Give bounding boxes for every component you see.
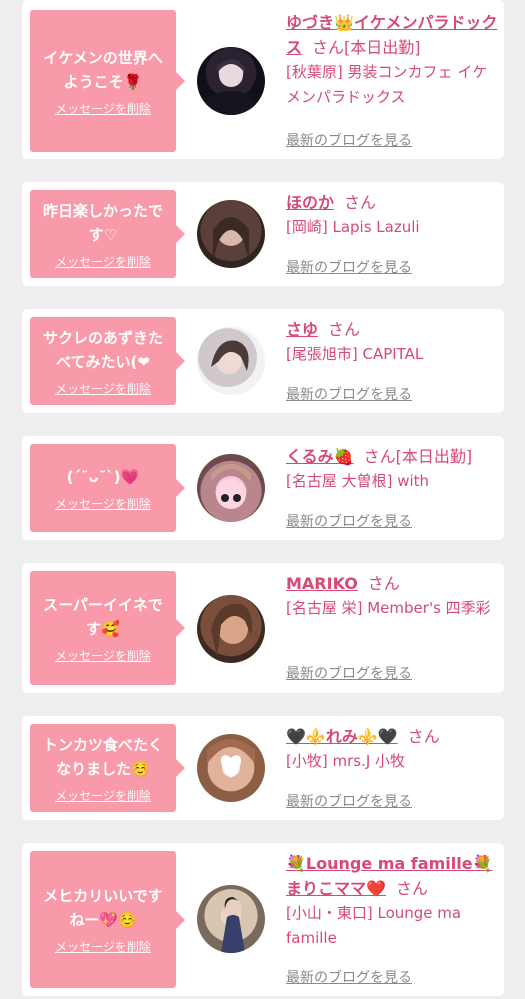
message-bubble: スーパーイイネで す🥰 メッセージを削除 [30, 571, 185, 685]
status-badge: [本日出勤] [344, 38, 421, 57]
person-avatar-icon [213, 217, 249, 260]
honorific: さん [407, 727, 440, 746]
message-card: トンカツ食べたく なりました☺️ メッセージを削除 🖤⚜️れみ⚜️🖤 さん [小牧]… [22, 716, 504, 820]
name-link[interactable]: ほのか [286, 193, 334, 212]
avatar[interactable] [197, 327, 265, 395]
message-card: スーパーイイネで す🥰 メッセージを削除 MARIKO さん [名古屋 栄] Mem… [22, 563, 504, 693]
person-avatar-icon [207, 739, 255, 778]
delete-message-link[interactable]: メッセージを削除 [55, 938, 151, 955]
message-card: 昨日楽しかったで す♡ メッセージを削除 ほのか さん [岡崎] Lapis Laz… [22, 182, 504, 286]
person-avatar-icon [211, 340, 249, 374]
profile-info: くるみ🍓 さん[本日出勤] [名古屋 大曽根] with [286, 444, 498, 494]
status-badge: [本日出勤] [395, 447, 473, 466]
delete-message-link[interactable]: メッセージを削除 [55, 253, 151, 270]
avatar[interactable] [197, 200, 265, 268]
blog-link[interactable]: 最新のブログを見る [286, 384, 412, 404]
name-link[interactable]: 🖤⚜️れみ⚜️🖤 [286, 727, 398, 746]
message-bubble: メヒカリいいです ねー💖☺️ メッセージを削除 [30, 851, 185, 988]
blog-link[interactable]: 最新のブログを見る [286, 257, 412, 277]
message-bubble: (ˊ˘ᴗ˘ˋ)💗 メッセージを削除 [30, 444, 185, 532]
shop-info: [名古屋 大曽根] with [286, 472, 430, 490]
message-card: (ˊ˘ᴗ˘ˋ)💗 メッセージを削除 くるみ🍓 さん[本日出勤] [名古屋 大曽根]… [22, 436, 504, 540]
honorific: さん [312, 38, 345, 57]
delete-message-link[interactable]: メッセージを削除 [55, 100, 151, 117]
message-bubble: トンカツ食べたく なりました☺️ メッセージを削除 [30, 724, 185, 812]
profile-info: ほのか さん [岡崎] Lapis Lazuli [286, 190, 498, 240]
honorific: さん [367, 574, 400, 593]
profile-info: MARIKO さん [名古屋 栄] Member's 四季彩 [286, 571, 498, 621]
name-link[interactable]: 💐Lounge ma famille💐まりこママ❤️ [286, 854, 492, 898]
name-link[interactable]: くるみ🍓 [286, 447, 354, 466]
avatar[interactable] [197, 454, 265, 522]
name-link[interactable]: MARIKO [286, 574, 358, 593]
message-bubble: 昨日楽しかったで す♡ メッセージを削除 [30, 190, 185, 278]
message-card: サクレのあずきた べてみたい(❤ メッセージを削除 さゆ さん [尾張旭市] CAP… [22, 309, 504, 413]
person-avatar-icon [221, 897, 245, 953]
delete-message-link[interactable]: メッセージを削除 [55, 495, 151, 512]
shop-info: [小牧] mrs.J 小牧 [286, 752, 406, 770]
blog-link[interactable]: 最新のブログを見る [286, 967, 412, 987]
honorific: さん [328, 320, 361, 339]
person-avatar-icon [211, 604, 252, 657]
avatar[interactable] [197, 734, 265, 802]
message-text: サクレのあずきた べてみたい(❤ [42, 328, 163, 371]
delete-message-link[interactable]: メッセージを削除 [55, 380, 151, 397]
message-bubble: サクレのあずきた べてみたい(❤ メッセージを削除 [30, 317, 185, 405]
delete-message-link[interactable]: メッセージを削除 [55, 787, 151, 804]
blog-link[interactable]: 最新のブログを見る [286, 130, 412, 150]
profile-info: ゆづき👑イケメンパラドックス さん[本日出勤] [秋葉原] 男装コンカフェ イケメ… [286, 10, 498, 110]
message-text: スーパーイイネで す🥰 [43, 595, 163, 638]
profile-info: 💐Lounge ma famille💐まりこママ❤️ さん [小山・東口] Lou… [286, 851, 498, 951]
shop-info: [小山・東口] Lounge ma famille [286, 904, 462, 947]
message-text: 昨日楽しかったで す♡ [42, 201, 163, 244]
avatar[interactable] [197, 885, 265, 953]
avatar[interactable] [197, 595, 265, 663]
delete-message-link[interactable]: メッセージを削除 [55, 647, 151, 664]
person-avatar-icon [211, 464, 251, 509]
message-text: イケメンの世界へ ようこそ🌹 [43, 48, 163, 91]
name-link[interactable]: さゆ [286, 320, 318, 339]
shop-info: [岡崎] Lapis Lazuli [286, 218, 420, 236]
blog-link[interactable]: 最新のブログを見る [286, 511, 412, 531]
message-bubble: イケメンの世界へ ようこそ🌹 メッセージを削除 [30, 10, 185, 152]
message-text: (ˊ˘ᴗ˘ˋ)💗 [66, 467, 140, 486]
shop-info: [名古屋 栄] Member's 四季彩 [286, 599, 491, 617]
profile-info: 🖤⚜️れみ⚜️🖤 さん [小牧] mrs.J 小牧 [286, 724, 498, 774]
shop-info: [秋葉原] 男装コンカフェ イケメンパラドックス [286, 63, 488, 106]
profile-info: さゆ さん [尾張旭市] CAPITAL [286, 317, 498, 367]
blog-link[interactable]: 最新のブログを見る [286, 663, 412, 683]
message-card: メヒカリいいです ねー💖☺️ メッセージを削除 💐Lounge ma famill… [22, 843, 504, 996]
avatar[interactable] [197, 47, 265, 115]
blog-link[interactable]: 最新のブログを見る [286, 791, 412, 811]
message-text: トンカツ食べたく なりました☺️ [42, 735, 163, 778]
shop-info: [尾張旭市] CAPITAL [286, 345, 424, 363]
honorific: さん [344, 193, 377, 212]
person-avatar-icon [205, 59, 257, 115]
message-card: イケメンの世界へ ようこそ🌹 メッセージを削除 ゆづき👑イケメンパラドックス さん[… [22, 0, 504, 159]
honorific: さん [395, 879, 428, 898]
honorific: さん [363, 447, 396, 466]
message-text: メヒカリいいです ねー💖☺️ [43, 887, 163, 929]
